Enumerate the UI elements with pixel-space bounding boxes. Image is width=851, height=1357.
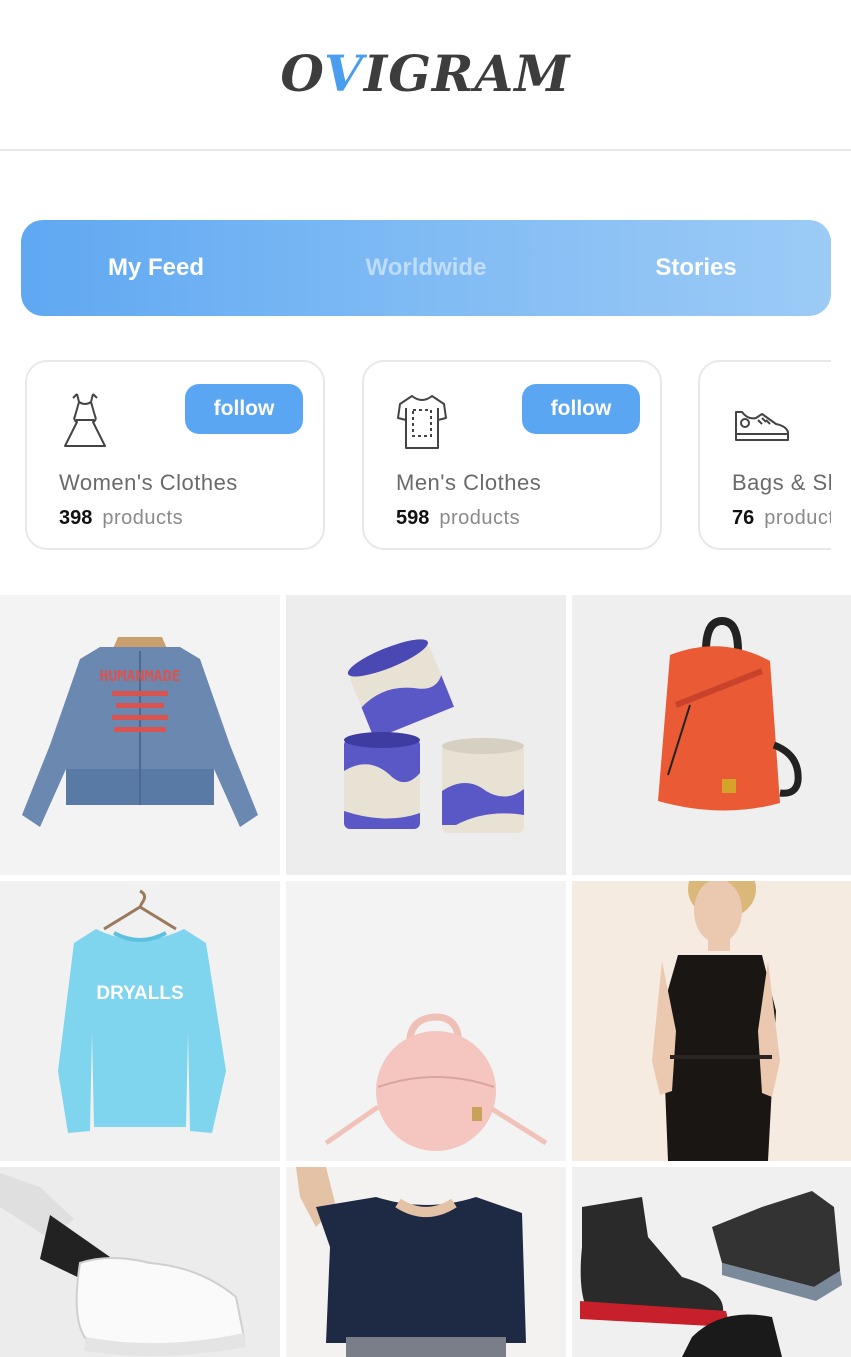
product-tile-denim-jacket[interactable]: HUMANMADE (0, 595, 280, 875)
white-sneakers-image (0, 1167, 280, 1357)
rain-boots-image (572, 1167, 851, 1357)
category-card-mens[interactable]: follow Men's Clothes 598 products (362, 360, 662, 550)
woman-black-dress-image (572, 881, 851, 1161)
product-grid: HUMANMADE DRYALLS (0, 595, 851, 1357)
tshirt-icon (397, 395, 447, 449)
product-tile-rain-boots[interactable] (572, 1167, 851, 1357)
blue-sweatshirt-image: DRYALLS (0, 881, 280, 1161)
sweatshirt-print-text: DRYALLS (96, 983, 183, 1004)
logo-part1: O (280, 44, 325, 103)
product-count: 398 (59, 507, 93, 529)
product-tile-ceramic-cups[interactable] (286, 595, 566, 875)
product-unit: products (102, 507, 184, 529)
ceramic-cups-image (286, 595, 566, 875)
tab-my-feed[interactable]: My Feed (21, 254, 291, 282)
category-card-womens[interactable]: follow Women's Clothes 398 products (25, 360, 325, 550)
product-tile-pink-round-bag[interactable] (286, 881, 566, 1161)
tab-worldwide[interactable]: Worldwide (291, 254, 561, 282)
category-name: Women's Clothes (59, 470, 238, 495)
logo-part2: IGRAM (363, 44, 571, 103)
app-logo[interactable]: OVIGRAM (0, 44, 851, 104)
category-carousel[interactable]: follow Women's Clothes 398 products follo… (0, 360, 831, 552)
category-count: 598 products (396, 507, 520, 530)
product-tile-man-navy-tshirt[interactable] (286, 1167, 566, 1357)
man-navy-tshirt-image (286, 1167, 566, 1357)
product-count: 598 (396, 507, 430, 529)
category-card-bags-shoes[interactable]: follow Bags & Shoes 76products (698, 360, 831, 550)
follow-button[interactable]: follow (185, 384, 303, 434)
app-header: OVIGRAM (0, 0, 851, 151)
product-unit: products (439, 507, 521, 529)
dress-icon (64, 393, 106, 447)
follow-button[interactable]: follow (522, 384, 640, 434)
tab-stories[interactable]: Stories (561, 254, 831, 282)
logo-accent: V (324, 44, 364, 103)
jacket-print-text: HUMANMADE (99, 667, 180, 685)
sneaker-icon (735, 411, 789, 441)
feed-tabs: My Feed Worldwide Stories (21, 220, 831, 316)
category-name: Bags & Shoes (732, 470, 831, 495)
denim-jacket-image: HUMANMADE (0, 595, 280, 875)
product-count: 76 (732, 507, 755, 529)
pink-round-bag-image (286, 881, 566, 1161)
product-unit: products (764, 507, 831, 529)
product-tile-blue-sweatshirt[interactable]: DRYALLS (0, 881, 280, 1161)
category-count: 76 products (732, 507, 831, 530)
category-count: 398 products (59, 507, 183, 530)
product-tile-white-sneakers[interactable] (0, 1167, 280, 1357)
orange-backpack-image (572, 595, 851, 875)
product-tile-orange-backpack[interactable] (572, 595, 851, 875)
category-name: Men's Clothes (396, 470, 542, 495)
product-tile-woman-black-dress[interactable] (572, 881, 851, 1161)
